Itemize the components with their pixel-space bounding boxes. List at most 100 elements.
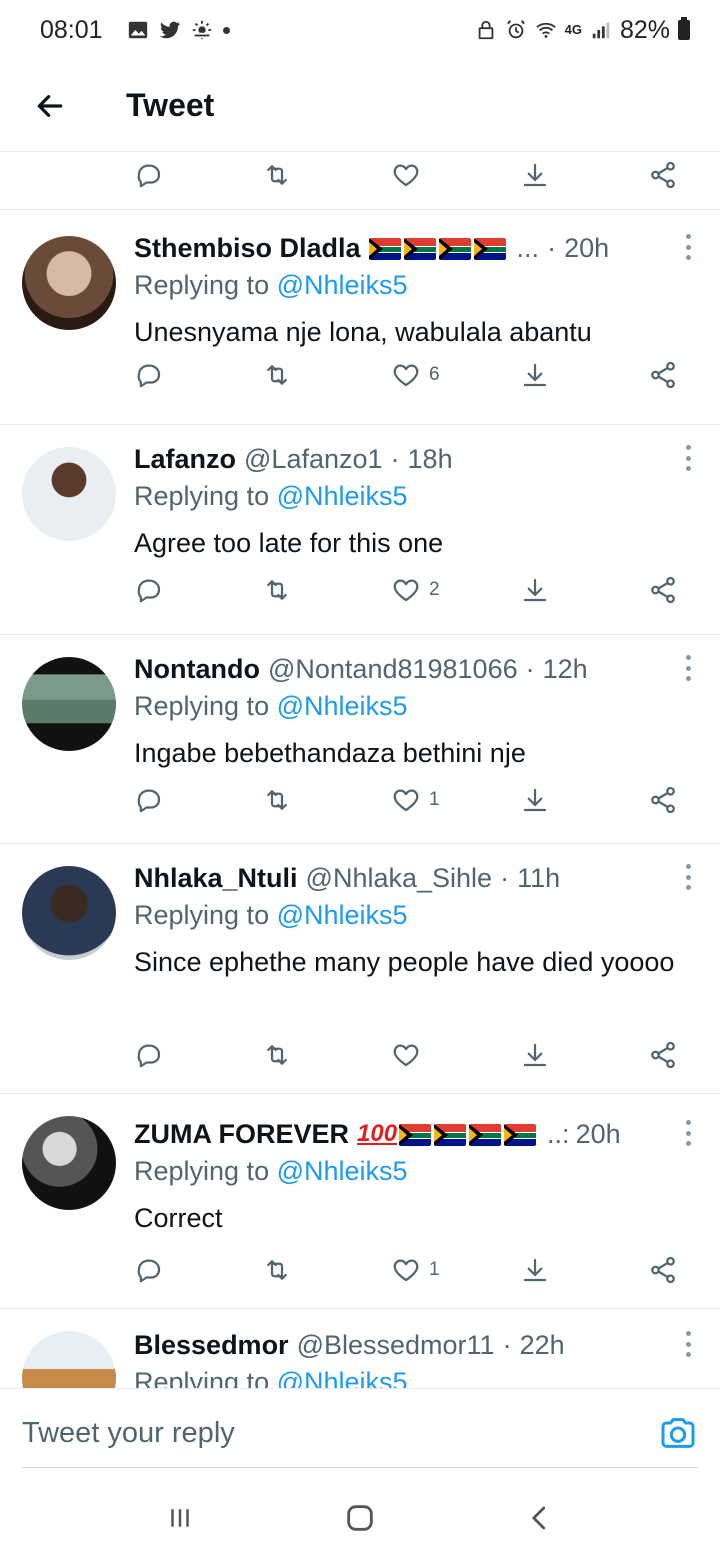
author-handle[interactable]: @Nontand81981066 [268,654,518,685]
tweet-time[interactable]: 12h [543,654,588,685]
wifi-icon [535,22,556,38]
tweet-time[interactable]: 18h [408,444,453,475]
camera-icon[interactable] [658,1413,698,1453]
author-name[interactable]: Lafanzo [134,444,236,475]
tweet-time[interactable]: 20h [576,1119,621,1150]
mention-link[interactable]: @Nhleiks5 [277,1367,408,1388]
like-button[interactable]: 6 [391,360,440,390]
like-button[interactable]: 1 [391,785,440,815]
heart-icon [391,575,421,605]
retweet-icon [262,575,292,605]
tweet-text: Unesnyama nje lona, wabulala abantu [134,317,592,347]
retweet-button[interactable] [262,785,292,815]
like-button[interactable]: 2 [391,575,440,605]
avatar[interactable] [22,236,116,330]
like-button[interactable]: 1 [391,1255,440,1285]
mention-link[interactable]: @Nhleiks5 [277,691,408,721]
recents-button[interactable] [150,1488,210,1548]
app-header: Tweet [0,60,720,152]
download-button[interactable] [520,1040,550,1070]
tweet-time[interactable]: 20h [564,233,609,264]
reply-button[interactable] [134,1040,164,1070]
replying-to-label: Replying to [134,1367,270,1388]
reply-tweet[interactable]: Lafanzo @Lafanzo1 · 18h Replying to @Nhl… [0,425,720,635]
more-options-icon[interactable] [678,1329,698,1359]
reply-button[interactable] [134,160,164,190]
author-handle[interactable]: @Lafanzo1 [244,444,383,475]
reply-tweet[interactable]: Nhlaka_Ntuli @Nhlaka_Sihle · 11h Replyin… [0,844,720,1094]
share-button[interactable] [648,160,678,190]
compose-reply-bar[interactable]: Tweet your reply [0,1388,720,1476]
gallery-icon [128,21,147,39]
author-handle[interactable]: @Blessedmor11 [297,1330,495,1361]
more-options-icon[interactable] [678,443,698,473]
author-name[interactable]: Nhlaka_Ntuli [134,863,298,894]
replying-to-label: Replying to [134,1156,270,1186]
mention-link[interactable]: @Nhleiks5 [277,270,408,300]
reply-tweet[interactable]: Nontando @Nontand81981066 · 12h Replying… [0,635,720,844]
share-button[interactable] [648,1255,678,1285]
mention-link[interactable]: @Nhleiks5 [277,900,408,930]
retweet-button[interactable] [262,360,292,390]
author-name[interactable]: Nontando [134,654,260,685]
download-button[interactable] [520,575,550,605]
weather-icon [192,20,211,40]
name-overflow: ... [516,232,540,263]
tweet-time[interactable]: 22h [520,1330,565,1361]
home-button[interactable] [330,1488,390,1548]
tweet-time[interactable]: 11h [517,863,560,894]
reply-input[interactable]: Tweet your reply [22,1417,235,1450]
avatar[interactable] [22,1116,116,1210]
tweet-text: Ingabe bebethandaza bethini nje [134,738,526,768]
download-button[interactable] [520,785,550,815]
retweet-button[interactable] [262,160,292,190]
share-button[interactable] [648,360,678,390]
share-button[interactable] [648,785,678,815]
more-options-icon[interactable] [678,862,698,892]
download-button[interactable] [520,160,550,190]
back-button[interactable] [20,76,80,136]
download-button[interactable] [520,360,550,390]
reply-tweet[interactable]: Sthembiso Dladla ... · 20h Replying to @… [0,210,720,425]
reply-tweet[interactable]: Blessedmor @Blessedmor11 · 22h Replying … [0,1309,720,1388]
mention-link[interactable]: @Nhleiks5 [277,1156,408,1186]
share-button[interactable] [648,1040,678,1070]
heart-icon [391,360,421,390]
author-handle[interactable]: @Nhlaka_Sihle [306,863,493,894]
avatar[interactable] [22,866,116,960]
like-button[interactable] [391,1040,429,1070]
reply-button[interactable] [134,785,164,815]
reply-button[interactable] [134,1255,164,1285]
more-options-icon[interactable] [678,232,698,262]
share-button[interactable] [648,575,678,605]
retweet-button[interactable] [262,1255,292,1285]
arrow-left-icon [37,94,63,117]
like-button[interactable] [391,160,421,190]
avatar[interactable] [22,1331,116,1388]
parent-tweet-actions [0,152,720,210]
more-options-icon[interactable] [678,653,698,683]
reply-button[interactable] [134,360,164,390]
hundred-emoji: 100 [357,1120,398,1147]
mention-link[interactable]: @Nhleiks5 [277,481,408,511]
retweet-button[interactable] [262,1040,292,1070]
replying-to-label: Replying to [134,900,270,930]
like-count: 1 [429,789,440,810]
flag-emojis [399,1119,539,1150]
reply-tweet[interactable]: ZUMA FOREVER 100 ..: 20h Replying to @Nh… [0,1094,720,1309]
like-count: 6 [429,364,440,385]
author-name[interactable]: Sthembiso Dladla [134,233,361,264]
retweet-button[interactable] [262,575,292,605]
more-options-icon[interactable] [678,1118,698,1148]
heart-icon [391,1255,421,1285]
network-type: 4G [564,22,582,37]
reply-button[interactable] [134,575,164,605]
download-button[interactable] [520,1255,550,1285]
back-nav-button[interactable] [510,1488,570,1548]
author-name[interactable]: Blessedmor [134,1330,289,1361]
reply-feed[interactable]: Sthembiso Dladla ... · 20h Replying to @… [0,152,720,1388]
retweet-icon [262,360,292,390]
avatar[interactable] [22,447,116,541]
avatar[interactable] [22,657,116,751]
author-name[interactable]: ZUMA FOREVER [134,1119,349,1150]
